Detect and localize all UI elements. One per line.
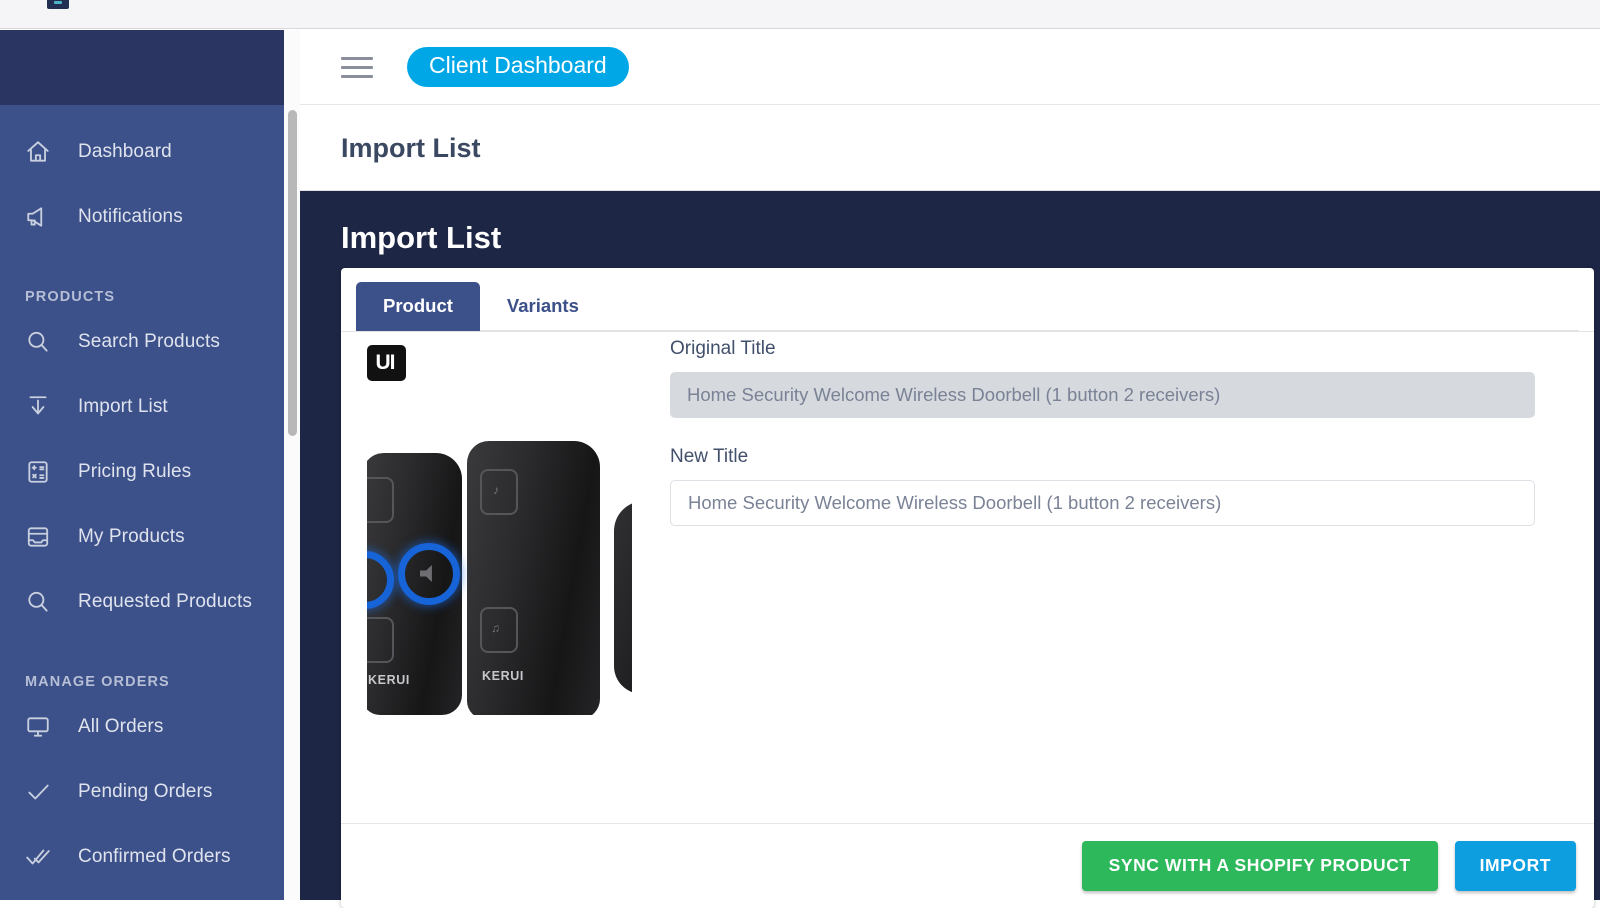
ui-watermark-badge: UI <box>367 345 406 381</box>
ui-watermark-text: UI <box>375 351 396 374</box>
card-body: UI KERUI ♪ ♫ KERUI Original Title Home S… <box>341 332 1594 887</box>
browser-favicon <box>47 0 69 9</box>
sidebar-item-notifications[interactable]: Notifications <box>0 184 299 249</box>
calculator-icon <box>25 457 59 487</box>
sidebar-item-pricing-rules[interactable]: Pricing Rules <box>0 439 299 504</box>
sidebar-item-label: Import List <box>78 395 168 417</box>
hamburger-line <box>341 65 373 69</box>
doorbell-brand-center: KERUI <box>482 669 524 683</box>
hamburger-icon[interactable] <box>341 55 373 79</box>
original-title-input: Home Security Welcome Wireless Doorbell … <box>670 372 1535 418</box>
hamburger-line <box>341 74 373 78</box>
sidebar-item-requested-products[interactable]: Requested Products <box>0 569 299 634</box>
sidebar-item-pending-orders[interactable]: Pending Orders <box>0 759 299 824</box>
sidebar-section-title: PRODUCTS <box>25 289 116 305</box>
sidebar-navigation: Dashboard Notifications PRODUCTS Search … <box>0 105 299 900</box>
check-icon <box>25 777 59 807</box>
import-button[interactable]: IMPORT <box>1454 841 1576 891</box>
sidebar-scrollbar-thumb[interactable] <box>288 110 297 436</box>
sidebar-item-my-products[interactable]: My Products <box>0 504 299 569</box>
browser-chrome-bar <box>0 0 1600 29</box>
page-title: Import List <box>341 133 481 163</box>
sync-with-shopify-product-button[interactable]: SYNC WITH A SHOPIFY PRODUCT <box>1081 841 1438 891</box>
sidebar-item-all-orders[interactable]: All Orders <box>0 694 299 759</box>
tab-variants[interactable]: Variants <box>480 282 606 331</box>
double-check-icon <box>25 842 59 872</box>
new-title-input[interactable]: Home Security Welcome Wireless Doorbell … <box>670 480 1535 526</box>
monitor-icon <box>25 712 59 742</box>
doorbell-key-left-top <box>367 477 394 523</box>
sidebar-item-label: Notifications <box>78 205 183 227</box>
card-footer: SYNC WITH A SHOPIFY PRODUCT IMPORT <box>341 823 1594 908</box>
sidebar-header <box>0 30 299 105</box>
product-image[interactable]: UI KERUI ♪ ♫ KERUI <box>367 345 632 715</box>
page-title-strip: Import List <box>300 106 1600 191</box>
sidebar-item-label: All Orders <box>78 715 164 737</box>
search-icon <box>25 587 59 617</box>
original-title-label: Original Title <box>670 338 776 359</box>
client-dashboard-badge[interactable]: Client Dashboard <box>407 47 629 87</box>
sidebar: Dashboard Notifications PRODUCTS Search … <box>0 30 299 900</box>
doorbell-key-left-bottom <box>367 617 394 663</box>
app-topbar: Client Dashboard <box>300 30 1600 105</box>
inbox-icon <box>25 522 59 552</box>
sidebar-item-label: Pending Orders <box>78 780 213 802</box>
sidebar-item-import-list[interactable]: Import List <box>0 374 299 439</box>
download-icon <box>25 392 59 422</box>
sidebar-item-label: Requested Products <box>78 590 252 612</box>
sidebar-section-title: MANAGE ORDERS <box>25 674 170 690</box>
content-heading: Import List <box>341 220 502 255</box>
doorbell-brand-left: KERUI <box>368 673 410 687</box>
sidebar-item-label: Pricing Rules <box>78 460 192 482</box>
sidebar-item-search-products[interactable]: Search Products <box>0 309 299 374</box>
sidebar-item-confirmed-orders[interactable]: Confirmed Orders <box>0 824 299 889</box>
home-icon <box>25 137 59 167</box>
import-list-card: Product Variants UI KERUI ♪ ♫ KERUI Orig… <box>341 268 1594 908</box>
new-title-label: New Title <box>670 446 749 467</box>
doorbell-key-center-top <box>480 469 518 515</box>
sidebar-item-label: Search Products <box>78 330 220 352</box>
tab-product[interactable]: Product <box>356 282 480 331</box>
sidebar-item-label: Confirmed Orders <box>78 845 231 867</box>
card-tabs: Product Variants <box>341 268 1594 332</box>
sidebar-item-dashboard[interactable]: Dashboard <box>0 119 299 184</box>
hamburger-line <box>341 56 373 60</box>
content-area: Import List Product Variants UI KERUI ♪ … <box>300 191 1600 908</box>
sidebar-item-label: My Products <box>78 525 185 547</box>
megaphone-icon <box>25 202 59 232</box>
sidebar-item-label: Dashboard <box>78 140 172 162</box>
doorbell-unit-right <box>614 501 632 694</box>
search-icon <box>25 327 59 357</box>
music-note-icon-bottom: ♫ <box>491 621 500 635</box>
music-note-icon-top: ♪ <box>493 483 499 497</box>
